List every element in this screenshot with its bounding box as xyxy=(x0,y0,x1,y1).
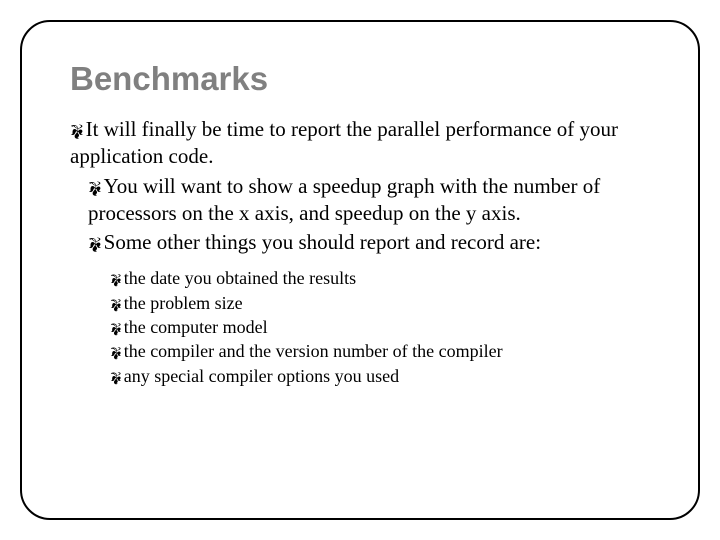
bullet-text: the problem size xyxy=(124,293,243,313)
list-item: 🙗the date you obtained the results xyxy=(110,266,650,290)
bullet-icon: 🙗 xyxy=(70,118,84,141)
list-item: 🙗the compiler and the version number of … xyxy=(110,339,650,363)
slide-frame: Benchmarks 🙗It will finally be time to r… xyxy=(20,20,700,520)
bullet-text: You will want to show a speedup graph wi… xyxy=(88,174,600,225)
list-item: 🙗Some other things you should report and… xyxy=(88,229,650,388)
list-item: 🙗the problem size xyxy=(110,291,650,315)
bullet-icon: 🙗 xyxy=(88,231,102,254)
bullet-text: any special compiler options you used xyxy=(124,366,399,386)
slide-title: Benchmarks xyxy=(70,60,650,98)
bullet-icon: 🙗 xyxy=(110,317,122,337)
bullet-text: the compiler and the version number of t… xyxy=(124,341,503,361)
bullet-icon: 🙗 xyxy=(110,366,122,386)
bullet-icon: 🙗 xyxy=(110,341,122,361)
bullet-list-level3: 🙗the date you obtained the results 🙗the … xyxy=(88,266,650,387)
bullet-text: Some other things you should report and … xyxy=(104,230,541,254)
bullet-icon: 🙗 xyxy=(110,293,122,313)
bullet-icon: 🙗 xyxy=(110,268,122,288)
list-item: 🙗You will want to show a speedup graph w… xyxy=(88,173,650,228)
bullet-text: the date you obtained the results xyxy=(124,268,356,288)
list-item: 🙗any special compiler options you used xyxy=(110,364,650,388)
bullet-list-level1: 🙗It will finally be time to report the p… xyxy=(70,116,650,388)
list-item: 🙗It will finally be time to report the p… xyxy=(70,116,650,388)
bullet-list-level2: 🙗You will want to show a speedup graph w… xyxy=(70,173,650,388)
bullet-text: It will finally be time to report the pa… xyxy=(70,117,618,168)
bullet-icon: 🙗 xyxy=(88,175,102,198)
bullet-text: the computer model xyxy=(124,317,268,337)
list-item: 🙗the computer model xyxy=(110,315,650,339)
